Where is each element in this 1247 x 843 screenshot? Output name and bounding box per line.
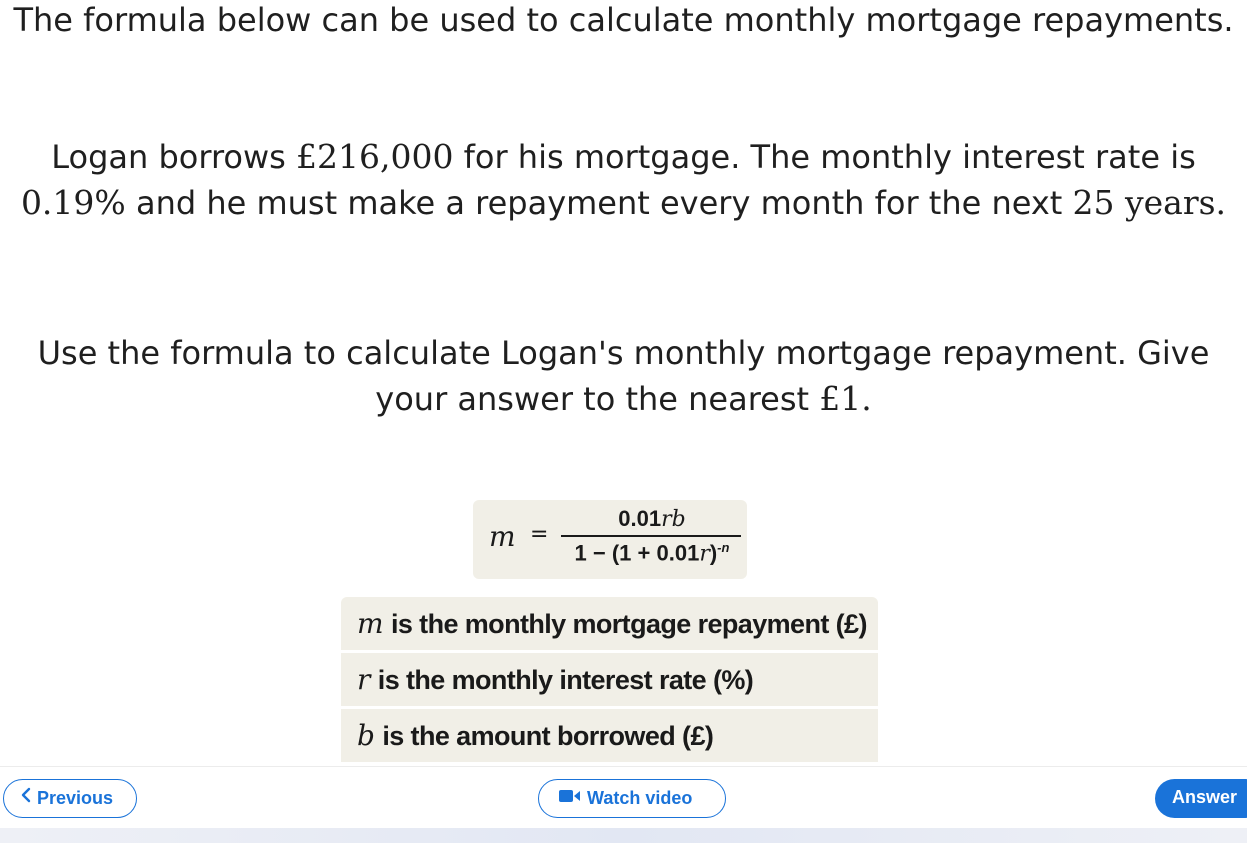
watch-video-label: Watch video	[587, 788, 693, 808]
definition-variable: m	[357, 607, 384, 640]
definition-variable: r	[357, 663, 370, 696]
loan-term: 25 years.	[1072, 183, 1227, 222]
previous-label: Previous	[37, 788, 114, 808]
definition-text: is the monthly mortgage repayment (£)	[390, 609, 867, 639]
definition-text: is the amount borrowed (£)	[382, 721, 714, 751]
amount-borrowed: £216,000	[295, 137, 454, 176]
definition-text: is the monthly interest rate (%)	[377, 665, 754, 695]
scenario-text-1: Logan borrows	[51, 138, 296, 176]
denominator-variable: r	[699, 541, 710, 567]
question-task: Use the formula to calculate Logan's mon…	[0, 330, 1247, 422]
question-scenario: Logan borrows £216,000 for his mortgage.…	[0, 134, 1247, 226]
watch-video-button[interactable]: Watch video	[538, 779, 726, 818]
fraction-bar	[561, 535, 741, 537]
formula-box: m = 0.01rb 1 − (1 + 0.01r)-n	[473, 500, 747, 579]
bottom-shade	[0, 828, 1247, 843]
video-camera-icon	[559, 779, 581, 816]
denominator-part-a: 1 − (1 + 0.01	[574, 540, 700, 566]
denominator-exponent: -n	[717, 540, 730, 555]
variable-definitions: m is the monthly mortgage repayment (£) r…	[341, 597, 878, 765]
numerator-constant: 0.01	[618, 506, 662, 531]
previous-button[interactable]: Previous	[3, 779, 137, 818]
formula-equals: =	[530, 522, 549, 547]
formula-denominator: 1 − (1 + 0.01r)-n	[559, 540, 745, 566]
bottom-navigation-bar: Previous Watch video Answer	[0, 766, 1247, 829]
rounding-unit: £1.	[819, 379, 872, 418]
intro-text: The formula below can be used to calcula…	[13, 1, 1234, 39]
definition-row-r: r is the monthly interest rate (%)	[341, 653, 878, 706]
definition-variable: b	[357, 719, 375, 752]
numerator-variables: rb	[661, 507, 686, 532]
formula-lhs: m	[489, 520, 516, 553]
definition-row-m: m is the monthly mortgage repayment (£)	[341, 597, 878, 650]
scenario-text-3: and he must make a repayment every month…	[125, 184, 1073, 222]
chevron-left-icon	[20, 779, 31, 816]
task-text: Use the formula to calculate Logan's mon…	[37, 334, 1210, 418]
scenario-text-2: for his mortgage. The monthly interest r…	[453, 138, 1196, 176]
answer-button[interactable]: Answer	[1155, 779, 1247, 818]
formula-numerator: 0.01rb	[559, 506, 745, 532]
interest-rate: 0.19%	[20, 183, 126, 222]
definition-row-b: b is the amount borrowed (£)	[341, 709, 878, 762]
answer-label: Answer	[1172, 787, 1238, 807]
question-intro: The formula below can be used to calcula…	[0, 0, 1247, 43]
